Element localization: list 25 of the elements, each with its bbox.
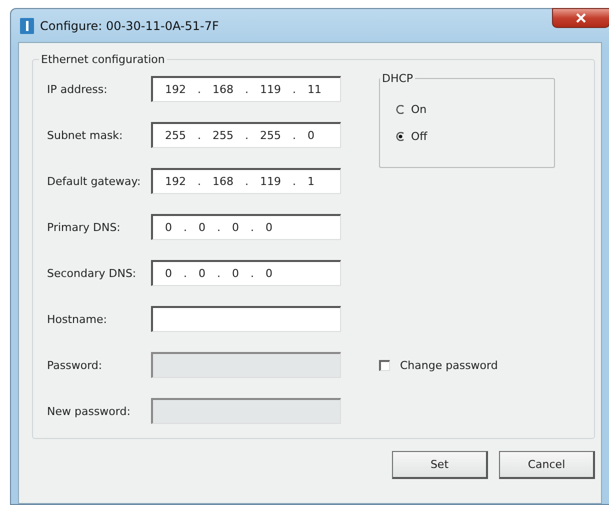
input-field[interactable]: 255 . 255 . 255 . 0 bbox=[151, 122, 341, 148]
input-field[interactable] bbox=[151, 306, 341, 332]
field-label: Hostname: bbox=[46, 312, 108, 326]
change-password-checkbox[interactable]: Change password bbox=[379, 358, 594, 372]
field-label: Default gateway: bbox=[46, 174, 142, 188]
close-button[interactable] bbox=[552, 8, 609, 28]
input-field[interactable]: 192 . 168 . 119 . 1 bbox=[151, 168, 341, 194]
dialog-button[interactable]: Set bbox=[392, 451, 488, 479]
dialog-button[interactable]: Cancel bbox=[499, 451, 595, 479]
app-icon bbox=[20, 18, 34, 34]
field-label: Primary DNS: bbox=[46, 220, 122, 234]
field-label: Subnet mask: bbox=[46, 128, 124, 142]
field-label: IP address: bbox=[46, 82, 108, 96]
input-field[interactable]: 192 . 168 . 119 . 11 bbox=[151, 76, 341, 102]
radio-option[interactable]: On bbox=[396, 103, 427, 116]
group-title: DHCP bbox=[381, 72, 414, 85]
group-title: Ethernet configuration bbox=[40, 53, 166, 66]
field-label: Password: bbox=[46, 358, 104, 372]
close-icon bbox=[576, 13, 586, 23]
field-label: New password: bbox=[46, 404, 132, 418]
radio-option[interactable]: Off bbox=[396, 130, 428, 143]
window-title: Configure: 00-30-11-0A-51-7F bbox=[40, 18, 219, 32]
input-field[interactable]: 0 . 0 . 0 . 0 bbox=[151, 214, 341, 240]
input-field[interactable]: 0 . 0 . 0 . 0 bbox=[151, 260, 341, 286]
field-label: Secondary DNS: bbox=[46, 266, 138, 280]
